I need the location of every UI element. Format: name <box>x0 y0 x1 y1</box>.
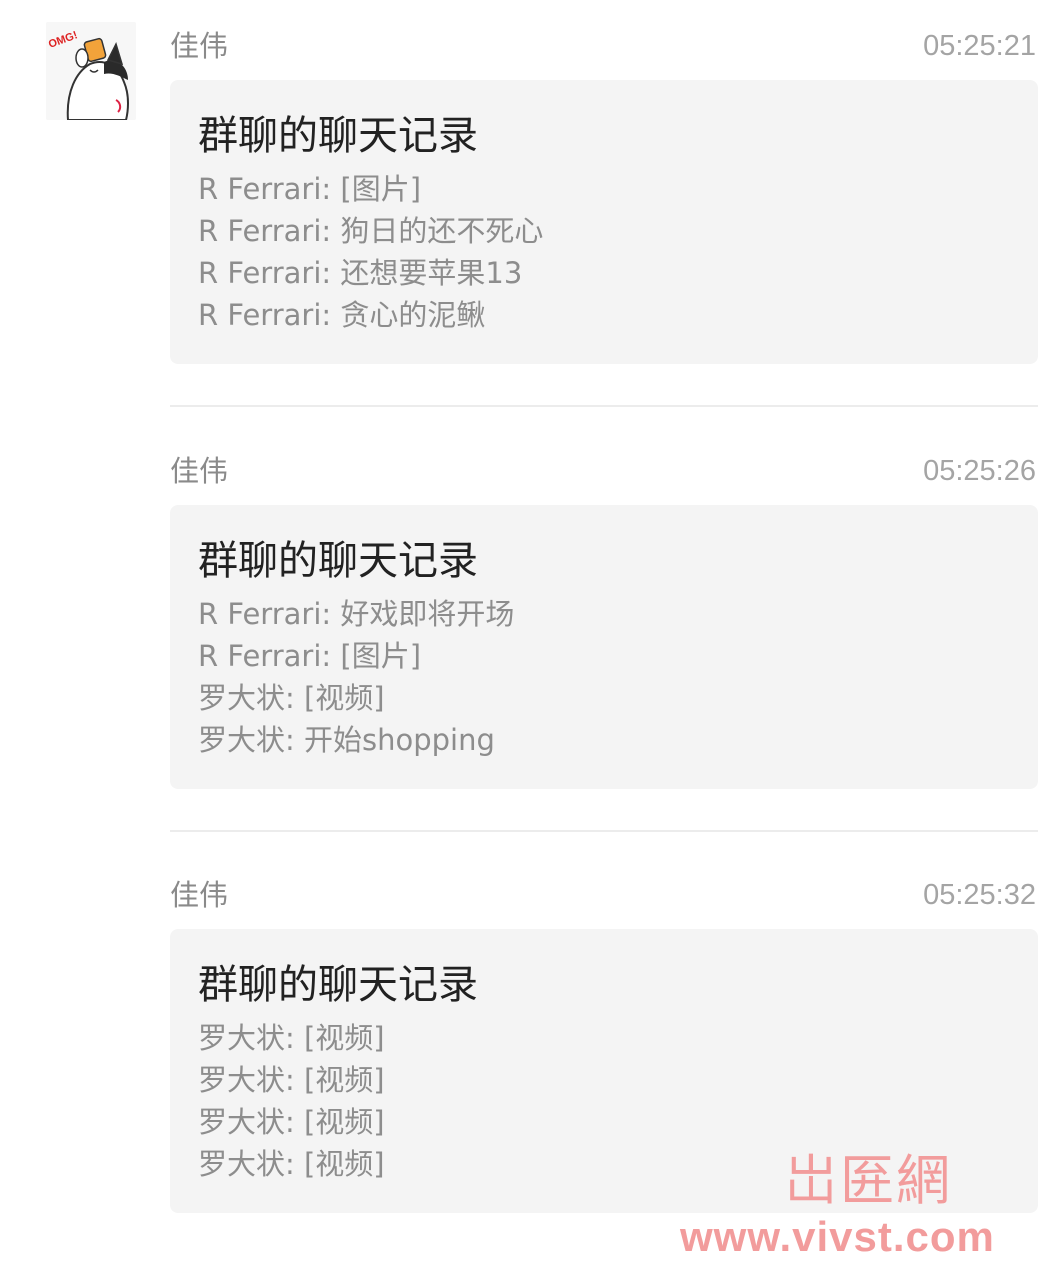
message-time: 05:25:21 <box>923 30 1036 62</box>
card-preview-line: R Ferrari: [图片] <box>198 172 422 206</box>
message-divider <box>170 405 1038 407</box>
card-preview-line: 罗大状: [视频] <box>198 1063 385 1097</box>
card-title: 群聊的聊天记录 <box>198 962 478 1008</box>
watermark-url: www.vivst.com <box>680 1213 995 1260</box>
sender-avatar[interactable]: OMG! <box>46 22 136 120</box>
chat-history-card[interactable]: 群聊的聊天记录 R Ferrari: [图片] R Ferrari: 狗日的还不… <box>170 80 1038 364</box>
card-title: 群聊的聊天记录 <box>198 113 478 159</box>
sender-name[interactable]: 佳伟 <box>170 877 228 913</box>
card-preview-line: R Ferrari: 好戏即将开场 <box>198 597 515 631</box>
card-preview-line: 罗大状: 开始shopping <box>198 723 495 757</box>
card-preview-line: 罗大状: [视频] <box>198 1021 385 1055</box>
card-preview-line: R Ferrari: 贪心的泥鳅 <box>198 298 486 332</box>
sender-name[interactable]: 佳伟 <box>170 453 228 489</box>
card-title: 群聊的聊天记录 <box>198 538 478 584</box>
message-divider <box>170 830 1038 832</box>
chat-history-card[interactable]: 群聊的聊天记录 R Ferrari: 好戏即将开场 R Ferrari: [图片… <box>170 505 1038 789</box>
card-preview-line: R Ferrari: 还想要苹果13 <box>198 256 523 290</box>
sender-name[interactable]: 佳伟 <box>170 28 228 64</box>
card-preview-line: 罗大状: [视频] <box>198 681 385 715</box>
message-time: 05:25:26 <box>923 455 1036 487</box>
card-preview-line: 罗大状: [视频] <box>198 1105 385 1139</box>
card-preview-line: R Ferrari: 狗日的还不死心 <box>198 214 544 248</box>
cartoon-cat-avatar-icon: OMG! <box>46 22 136 120</box>
watermark: 岀匥網 www.vivst.com <box>680 1150 1046 1260</box>
watermark-logo: 岀匥網 <box>784 1149 952 1212</box>
message-time: 05:25:32 <box>923 879 1036 911</box>
card-preview-line: R Ferrari: [图片] <box>198 639 422 673</box>
